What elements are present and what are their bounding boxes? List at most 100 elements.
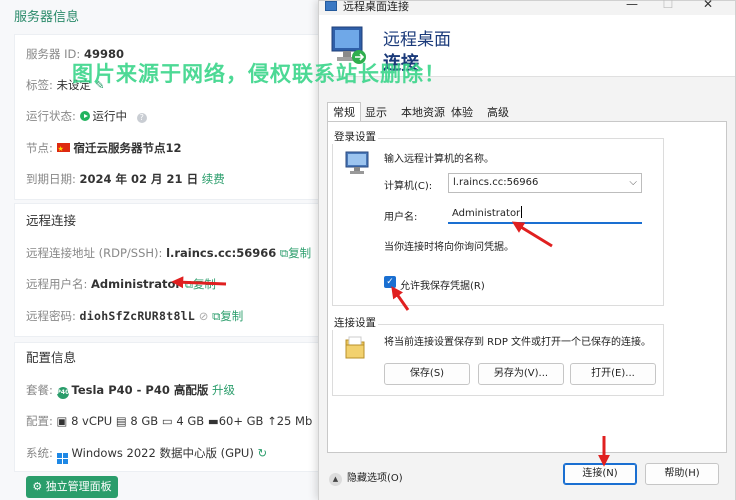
eye-off-icon[interactable]: ⊘ <box>199 309 209 323</box>
rdp-window-title: 远程桌面连接 <box>343 0 409 13</box>
hide-options-label: 隐藏选项(O) <box>347 473 403 484</box>
page: 服务器信息 服务器 ID: 49980 标签: 未设定 ✎ 运行状态: 运行中 … <box>0 0 736 500</box>
node-label: 节点: <box>26 141 53 155</box>
node-value: 宿迁云服务器节点12 <box>73 141 182 155</box>
login-settings-label: 登录设置 <box>332 129 378 144</box>
config-title: 配置信息 <box>26 350 77 365</box>
server-id-row: 服务器 ID: 49980 <box>26 44 124 64</box>
status-label: 运行状态: <box>26 109 76 123</box>
manage-panel-label: 独立管理面板 <box>45 480 112 493</box>
prompt-text: 输入远程计算机的名称。 <box>384 154 494 165</box>
computer-label: 计算机(C): <box>384 181 433 192</box>
running-icon <box>79 111 90 121</box>
rdp-titlebar[interactable]: 远程桌面连接 — ☐ ✕ <box>319 0 735 15</box>
remote-addr-label: 远程连接地址 (RDP/SSH): <box>26 246 163 260</box>
help-button[interactable]: 帮助(H) <box>645 463 719 485</box>
spec-label: 配置: <box>26 414 53 428</box>
renew-link[interactable]: 续费 <box>202 172 225 186</box>
chevron-up-icon: ▲ <box>329 473 342 486</box>
monitor-icon: ▭ <box>161 414 173 428</box>
os-row: 系统: Windows 2022 数据中心版 (GPU) ↻ <box>26 443 268 464</box>
close-button[interactable]: ✕ <box>693 0 723 11</box>
tag-value: 未设定 <box>56 78 92 92</box>
chevron-down-icon[interactable]: ⌵ <box>629 174 637 192</box>
username-value: Administrator <box>452 208 521 219</box>
maximize-button[interactable]: ☐ <box>653 0 683 11</box>
rdp-tab-panel: 登录设置 输入远程计算机的名称。 计算机(C): l.raincs.cc:569… <box>327 121 727 453</box>
remote-pwd-label: 远程密码: <box>26 309 76 323</box>
tab-advanced[interactable]: 高级 <box>487 103 509 123</box>
node-row: 节点: 宿迁云服务器节点12 <box>26 138 182 159</box>
remote-addr-row: 远程连接地址 (RDP/SSH): l.raincs.cc:56966 ⧉复制 … <box>26 243 331 263</box>
upgrade-link[interactable]: 升级 <box>212 383 235 397</box>
expire-label: 到期日期: <box>26 172 76 186</box>
minimize-button[interactable]: — <box>617 0 647 11</box>
remote-pwd-value: diohSfZcRUR8t8lL <box>79 309 196 323</box>
rdp-window: 远程桌面连接 — ☐ ✕ 远程桌面 连接 常规 显示 本地资源 体验 高级 登录… <box>318 0 736 500</box>
tag-row: 标签: 未设定 ✎ <box>26 75 104 95</box>
rdp-banner: 远程桌面 连接 <box>319 15 735 77</box>
server-info-title: 服务器信息 <box>14 10 80 25</box>
gpu-badge-icon: P40 <box>56 387 69 399</box>
allow-save-label[interactable]: 允许我保存凭据(R) <box>400 277 485 292</box>
save-button[interactable]: 保存(S) <box>384 363 470 385</box>
bandwidth-icon: ↑ <box>267 414 277 428</box>
rdp-app-icon <box>325 1 337 11</box>
copy-icon[interactable]: ⧉ <box>280 246 288 260</box>
manage-panel-button[interactable]: ⚙ 独立管理面板 <box>26 476 118 498</box>
tab-display[interactable]: 显示 <box>365 103 387 123</box>
text-caret <box>521 206 523 218</box>
refresh-icon[interactable]: ↻ <box>258 446 268 460</box>
rdp-header-line2: 连接 <box>383 53 419 74</box>
remote-desktop-icon <box>331 26 366 64</box>
china-flag-icon <box>56 139 70 159</box>
tab-experience[interactable]: 体验 <box>451 103 473 123</box>
remote-title: 远程连接 <box>26 213 77 228</box>
copy-user-link[interactable]: 复制 <box>193 277 216 291</box>
expire-row: 到期日期: 2024 年 02 月 21 日 续费 <box>26 169 225 189</box>
server-id-value: 49980 <box>83 47 124 61</box>
server-id-label: 服务器 ID: <box>26 47 81 61</box>
hide-options-toggle[interactable]: ▲ 隐藏选项(O) <box>329 469 403 486</box>
plan-label: 套餐: <box>26 383 53 397</box>
copy-addr-link[interactable]: 复制 <box>288 246 311 260</box>
connection-desc: 将当前连接设置保存到 RDP 文件或打开一个已保存的连接。 <box>384 337 652 348</box>
username-input[interactable]: Administrator <box>448 204 642 224</box>
memory-icon: ▤ <box>115 414 127 428</box>
spec-row: 配置: ▣ 8 vCPU ▤ 8 GB ▭ 4 GB ▬60+ GB ↑25 M… <box>26 411 312 431</box>
spec-cpu: 8 vCPU <box>71 414 113 428</box>
edit-icon[interactable]: ✎ <box>95 78 105 92</box>
rdp-footer: ▲ 隐藏选项(O) 连接(N) 帮助(H) <box>319 457 735 500</box>
save-as-button[interactable]: 另存为(V)... <box>478 363 564 385</box>
remote-pwd-row: 远程密码: diohSfZcRUR8t8lL ⊘ ⧉复制 <box>26 306 243 326</box>
server-info-panel: 服务器信息 服务器 ID: 49980 标签: 未设定 ✎ 运行状态: 运行中 … <box>0 0 331 500</box>
rdp-header-line1: 远程桌面 <box>383 30 451 50</box>
allow-save-checkbox[interactable]: ✓ <box>384 276 396 288</box>
credentials-note: 当你连接时将向你询问凭据。 <box>384 242 514 253</box>
os-value: Windows 2022 数据中心版 (GPU) <box>71 446 254 460</box>
remote-user-label: 远程用户名: <box>26 277 88 291</box>
connect-button[interactable]: 连接(N) <box>563 463 637 485</box>
status-value: 运行中 <box>92 109 128 123</box>
copy-icon[interactable]: ⧉ <box>185 277 193 291</box>
disk-icon: ▬ <box>207 414 219 428</box>
spec-gpu-mem: 4 GB <box>176 414 205 428</box>
folder-icon <box>345 336 365 359</box>
copy-pwd-link[interactable]: 复制 <box>220 309 243 323</box>
tab-general[interactable]: 常规 <box>327 102 361 123</box>
status-row: 运行状态: 运行中 ? <box>26 106 147 126</box>
computer-combo[interactable]: l.raincs.cc:56966 ⌵ <box>448 173 642 193</box>
plan-row: 套餐: P40 Tesla P40 - P40 高配版 升级 <box>26 380 235 400</box>
remote-user-row: 远程用户名: Administrator ⧉复制 <box>26 274 216 294</box>
spec-disk: 60+ GB <box>218 414 264 428</box>
expire-value: 2024 年 02 月 21 日 <box>79 172 199 186</box>
remote-addr-value: l.raincs.cc:56966 <box>166 246 277 260</box>
cpu-icon: ▣ <box>56 414 68 428</box>
help-icon[interactable]: ? <box>136 113 147 123</box>
os-label: 系统: <box>26 446 53 460</box>
tab-local-resources[interactable]: 本地资源 <box>401 103 445 123</box>
open-button[interactable]: 打开(E)... <box>570 363 656 385</box>
plan-value: Tesla P40 - P40 高配版 <box>71 383 209 397</box>
remote-user-value: Administrator <box>91 277 182 291</box>
tag-label: 标签: <box>26 78 53 92</box>
